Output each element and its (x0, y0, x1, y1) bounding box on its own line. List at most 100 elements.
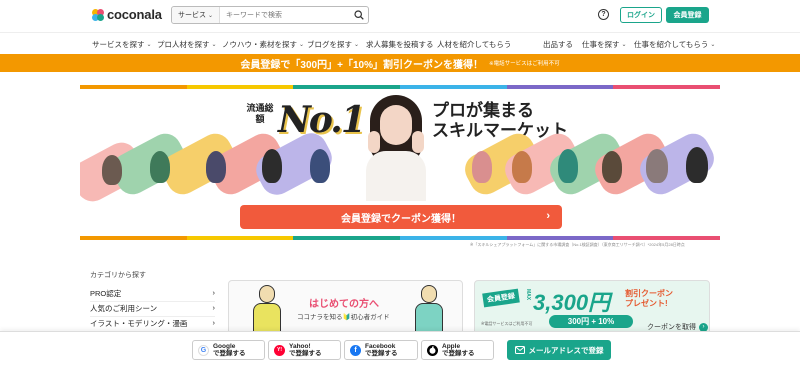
nav-find-services[interactable]: サービスを探す ⌄ (92, 39, 152, 50)
person-illustration (150, 151, 170, 183)
no1-title: No.1 (278, 99, 366, 141)
nav-label: ノウハウ・素材を探す (222, 40, 297, 49)
facebook-signup-label: Facebook で登録する (365, 343, 398, 357)
facebook-signup-button[interactable]: f Facebook で登録する (344, 340, 418, 360)
site-header: coconala サービス ⌄ ? ログイン 会員登録 (0, 0, 800, 32)
search-icon (354, 10, 364, 20)
google-icon: G (198, 344, 209, 356)
email-signup-button[interactable]: メールアドレスで登録 (507, 340, 611, 360)
google-signup-label: Google で登録する (213, 343, 246, 357)
person-illustration (558, 149, 578, 183)
coupon-max-label: MAX (525, 289, 531, 301)
promo-banner[interactable]: 会員登録で「300円」+「10%」割引クーポンを獲得！ ※電話サービスはご利用不… (0, 54, 800, 72)
chevron-down-icon: ⌄ (299, 42, 305, 48)
nav-talent-intro[interactable]: 人材を紹介してもらう (437, 39, 511, 50)
nav-sell[interactable]: 出品する (543, 39, 573, 50)
person-illustration (472, 151, 492, 183)
provider-name: Apple (442, 343, 461, 350)
chevron-down-icon: ⌄ (146, 42, 152, 48)
search-bar: サービス ⌄ (171, 6, 369, 24)
coupon-present-line2: プレゼント! (625, 299, 668, 308)
search-category-select[interactable]: サービス ⌄ (172, 7, 220, 23)
nav-label: 求人募集を投稿する (366, 40, 434, 49)
provider-sub: で登録する (289, 350, 322, 357)
category-label: 人気のご利用シーン (90, 304, 158, 313)
category-item[interactable]: 人気のご利用シーン › (90, 303, 215, 317)
provider-name: Google (213, 343, 236, 350)
coupon-present-line1: 割引クーポン (625, 289, 673, 298)
hero-title-line1: プロが集まる (432, 101, 534, 120)
nav-post-job[interactable]: 求人募集を投稿する (366, 39, 434, 50)
beginner-title: はじめての方へ (309, 299, 379, 310)
category-label: イラスト・モデリング・漫画 (90, 319, 188, 328)
provider-sub: で登録する (442, 350, 475, 357)
person-illustration (686, 147, 708, 183)
search-input[interactable] (220, 8, 350, 22)
help-icon[interactable]: ? (598, 9, 609, 20)
provider-sub: で登録する (365, 350, 398, 357)
logo[interactable]: coconala (92, 7, 162, 22)
person-illustration (262, 149, 282, 183)
nav-label: サービスを探す (92, 40, 145, 49)
person-illustration (206, 151, 226, 183)
nav-job-intro[interactable]: 仕事を紹介してもらう ⌄ (634, 39, 715, 50)
hero-title: プロが集まる スキルマーケット (432, 101, 568, 141)
chevron-right-icon: › (212, 318, 216, 327)
hero-banner[interactable]: 流通総額 No.1 プロが集まる スキルマーケット 会員登録でクーポン獲得！ › (80, 85, 720, 241)
hero-footnote: ※「スキルシェアプラットフォーム」に関する市場調査（No.1検証調査）（東京商工… (470, 242, 685, 247)
rainbow-stripe-bottom (80, 236, 720, 240)
apple-icon (427, 344, 438, 356)
coupon-present-text: 割引クーポン プレゼント! (625, 289, 673, 309)
logo-mark-icon (92, 8, 104, 21)
nav-find-blogs[interactable]: ブログを探す ⌄ (307, 39, 359, 50)
person-illustration (310, 149, 330, 183)
yahoo-icon: Y! (274, 344, 285, 356)
category-item[interactable]: イラスト・モデリング・漫画 › (90, 318, 215, 332)
register-button[interactable]: 会員登録 (666, 7, 709, 23)
google-signup-button[interactable]: G Google で登録する (192, 340, 265, 360)
person-illustration (512, 151, 532, 183)
chevron-right-icon: › (212, 288, 216, 297)
search-category-label: サービス (177, 12, 206, 19)
mail-icon (514, 346, 525, 354)
hero-register-button[interactable]: 会員登録でクーポン獲得！ › (240, 205, 562, 229)
nav-label: 出品する (543, 40, 573, 49)
nav-find-pros[interactable]: プロ人材を探す ⌄ (157, 39, 217, 50)
provider-sub: で登録する (213, 350, 246, 357)
coupon-amount: 3,300円 (533, 290, 611, 315)
promo-note: ※電話サービスはご利用不可 (488, 61, 560, 67)
promo-text: 会員登録で「300円」+「10%」割引クーポンを獲得！ (240, 59, 483, 71)
search-button[interactable] (350, 7, 368, 23)
chevron-down-icon: ⌄ (211, 42, 217, 48)
coupon-register-tag: 会員登録 (482, 288, 520, 308)
beginner-subtitle: ココナラを知る🔰初心者ガイド (297, 314, 390, 321)
yahoo-signup-button[interactable]: Y! Yahoo! で登録する (268, 340, 341, 360)
category-heading: カテゴリから探す (90, 272, 146, 279)
logo-text: coconala (107, 7, 162, 22)
category-item[interactable]: PRO認定 › (90, 288, 215, 302)
gmv-badge: 流通総額 (246, 103, 274, 124)
nav-label: 人材を紹介してもらう (437, 40, 512, 49)
coupon-note: ※電話サービスはご利用不可 (481, 321, 533, 326)
provider-name: Facebook (365, 343, 396, 350)
person-illustration (602, 151, 622, 183)
apple-signup-label: Apple で登録する (442, 343, 475, 357)
nav-find-knowhow[interactable]: ノウハウ・素材を探す ⌄ (222, 39, 304, 50)
chevron-down-icon: ⌄ (354, 42, 360, 48)
signup-bar: G Google で登録する Y! Yahoo! で登録する f Facebook で… (0, 331, 800, 365)
person-illustration (646, 149, 668, 183)
login-button[interactable]: ログイン (620, 7, 662, 23)
chevron-right-icon: › (546, 210, 550, 222)
apple-signup-button[interactable]: Apple で登録する (421, 340, 494, 360)
provider-name: Yahoo! (289, 343, 311, 350)
nav-label: プロ人材を探す (157, 40, 210, 49)
nav-label: ブログを探す (307, 40, 352, 49)
person-illustration (102, 155, 122, 185)
nav-label: 仕事を紹介してもらう (634, 40, 709, 49)
chevron-down-icon: ⌄ (710, 42, 716, 48)
hero-cta-label: 会員登録でクーポン獲得！ (341, 213, 461, 225)
nav-label: 仕事を探す (582, 40, 620, 49)
global-nav: サービスを探す ⌄ プロ人材を探す ⌄ ノウハウ・素材を探す ⌄ ブログを探す ⌄ 求人… (0, 32, 800, 54)
nav-find-jobs[interactable]: 仕事を探す ⌄ (582, 39, 627, 50)
chevron-down-icon: ⌄ (207, 12, 214, 19)
